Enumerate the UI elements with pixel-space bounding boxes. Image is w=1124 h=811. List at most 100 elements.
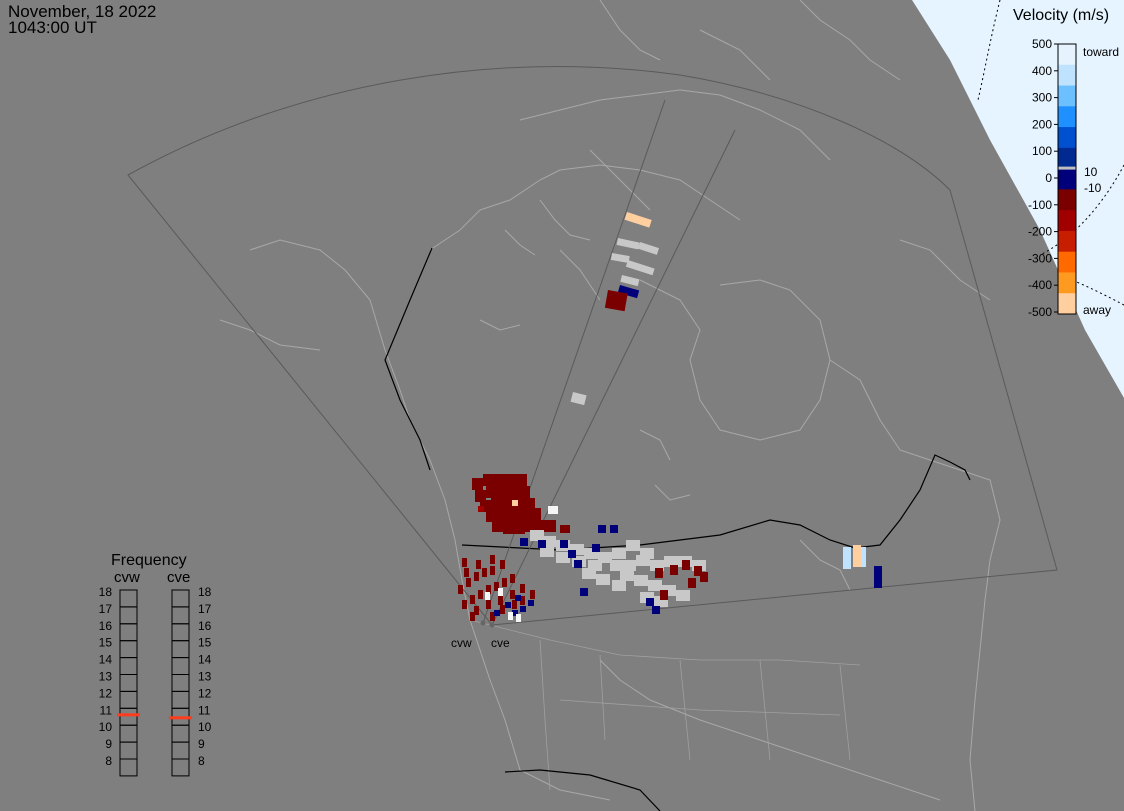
scatter-cell bbox=[624, 212, 652, 228]
scatter-cell bbox=[598, 525, 606, 533]
scatter-cell bbox=[500, 605, 505, 614]
scatter-cell bbox=[510, 574, 515, 583]
scatter-cell bbox=[843, 547, 851, 569]
site-marker-cve bbox=[489, 622, 495, 628]
velocity-tick-label: 200 bbox=[1032, 117, 1052, 131]
velocity-swatch bbox=[1058, 106, 1076, 128]
scatter-cell bbox=[520, 584, 525, 593]
scatter-cell bbox=[500, 560, 505, 569]
radar-sites: cvw cve bbox=[451, 620, 510, 650]
scatter-cell bbox=[560, 540, 568, 548]
scatter-cell bbox=[528, 600, 534, 606]
velocity-inner-label-pos: 10 bbox=[1084, 165, 1098, 179]
scatter-cell bbox=[574, 560, 582, 568]
velocity-swatch bbox=[1058, 293, 1076, 315]
frequency-level-label: 10 bbox=[198, 720, 212, 734]
time-label: 1043:00 UT bbox=[8, 18, 97, 37]
site-label-cve: cve bbox=[491, 636, 510, 650]
frequency-cell-cve bbox=[171, 623, 190, 642]
frequency-cell-cvw bbox=[119, 640, 138, 659]
frequency-cell-cvw bbox=[119, 690, 138, 709]
frequency-cell-cve bbox=[171, 690, 190, 709]
scatter-cell bbox=[494, 474, 505, 486]
scatter-cell bbox=[472, 478, 483, 490]
velocity-tick-label: -500 bbox=[1028, 305, 1052, 319]
frequency-cell-cvw bbox=[119, 724, 138, 743]
frequency-title: Frequency bbox=[111, 552, 187, 569]
velocity-tick-label: 100 bbox=[1032, 144, 1052, 158]
scatter-cell bbox=[688, 578, 696, 588]
site-marker-cvw bbox=[480, 620, 486, 626]
frequency-radar-cve: cve bbox=[167, 569, 190, 586]
velocity-tick-label: 300 bbox=[1032, 91, 1052, 105]
scatter-cell bbox=[505, 602, 511, 608]
scatter-cell bbox=[580, 588, 588, 596]
scatter-cell bbox=[494, 610, 500, 616]
velocity-swatch bbox=[1058, 85, 1076, 107]
scatter-cell bbox=[676, 590, 690, 601]
sunlit-region bbox=[912, 0, 1124, 398]
scatter-cell bbox=[538, 540, 546, 548]
frequency-level-label: 13 bbox=[198, 670, 212, 684]
scatter-cell bbox=[485, 592, 490, 600]
scatter-cell bbox=[620, 570, 634, 581]
frequency-marker-cve bbox=[169, 716, 192, 720]
map-canvas[interactable]: cvw cve November, 18 2022 1043:00 UT Vel… bbox=[0, 0, 1124, 811]
scatter-cell bbox=[874, 566, 882, 588]
scatter-cell bbox=[648, 580, 662, 591]
scatter-cell bbox=[466, 578, 471, 587]
scatter-cell bbox=[458, 585, 463, 594]
scatter-cell bbox=[655, 568, 663, 578]
velocity-swatch bbox=[1058, 251, 1076, 273]
scatter-cell bbox=[634, 575, 648, 586]
frequency-ladders: 18 17 16 15 14 13 12 11 10 9 8 18 17 16 15 14 13 12 11 10 9 8 bbox=[99, 585, 212, 777]
frequency-level-label: 17 bbox=[99, 602, 113, 616]
frequency-cell-cve bbox=[171, 674, 190, 692]
frequency-level-label: 12 bbox=[198, 686, 212, 700]
frequency-level-label: 10 bbox=[99, 720, 113, 734]
frequency-marker-cvw bbox=[117, 713, 140, 717]
scatter-cell bbox=[682, 560, 690, 570]
velocity-color-bar bbox=[1057, 43, 1077, 315]
scatter-cell bbox=[502, 498, 513, 510]
scatter-cell bbox=[470, 612, 475, 621]
scatter-cell bbox=[700, 572, 708, 582]
velocity-tick-label: 400 bbox=[1032, 64, 1052, 78]
frequency-level-label: 9 bbox=[198, 737, 205, 751]
velocity-swatch bbox=[1058, 147, 1076, 170]
scatter-cell bbox=[486, 600, 491, 609]
scatter-cell bbox=[512, 600, 517, 609]
frequency-cell-cve bbox=[171, 589, 190, 608]
frequency-cell-cvw bbox=[119, 758, 138, 777]
scatter-cell bbox=[545, 520, 556, 532]
state-lines bbox=[469, 619, 861, 791]
frequency-cell-cvw bbox=[119, 741, 138, 760]
frequency-radar-cvw: cvw bbox=[114, 569, 140, 586]
scatter-cell bbox=[861, 547, 866, 567]
velocity-tick-label: 0 bbox=[1045, 171, 1052, 185]
scatter-cell bbox=[498, 596, 503, 605]
velocity-inner-label-neg: -10 bbox=[1084, 181, 1102, 195]
frequency-level-label: 16 bbox=[99, 619, 113, 633]
scatter-cell bbox=[520, 606, 526, 612]
coastlines bbox=[219, 0, 1001, 811]
scatter-cell bbox=[462, 558, 467, 567]
frequency-cell-cve bbox=[171, 640, 190, 659]
frequency-level-label: 16 bbox=[198, 619, 212, 633]
scatter-cell bbox=[514, 522, 525, 534]
scatter-cell bbox=[508, 510, 519, 522]
frequency-cell-cve bbox=[171, 758, 190, 777]
frequency-level-label: 17 bbox=[198, 602, 212, 616]
frequency-level-label: 15 bbox=[198, 636, 212, 650]
frequency-level-label: 13 bbox=[99, 670, 113, 684]
scatter-cell bbox=[596, 574, 610, 585]
scatter-cell bbox=[622, 560, 636, 571]
velocity-tick-label: -400 bbox=[1028, 278, 1052, 292]
scatter-cell bbox=[515, 595, 521, 601]
scatter-cell bbox=[483, 474, 494, 486]
velocity-swatch bbox=[1058, 230, 1076, 253]
frequency-cell-cvw bbox=[119, 606, 138, 625]
frequency-panel: Frequency cvw cve 1817161514131211109818… bbox=[99, 552, 212, 777]
velocity-swatch bbox=[1058, 44, 1076, 66]
scatter-cell bbox=[604, 289, 628, 312]
